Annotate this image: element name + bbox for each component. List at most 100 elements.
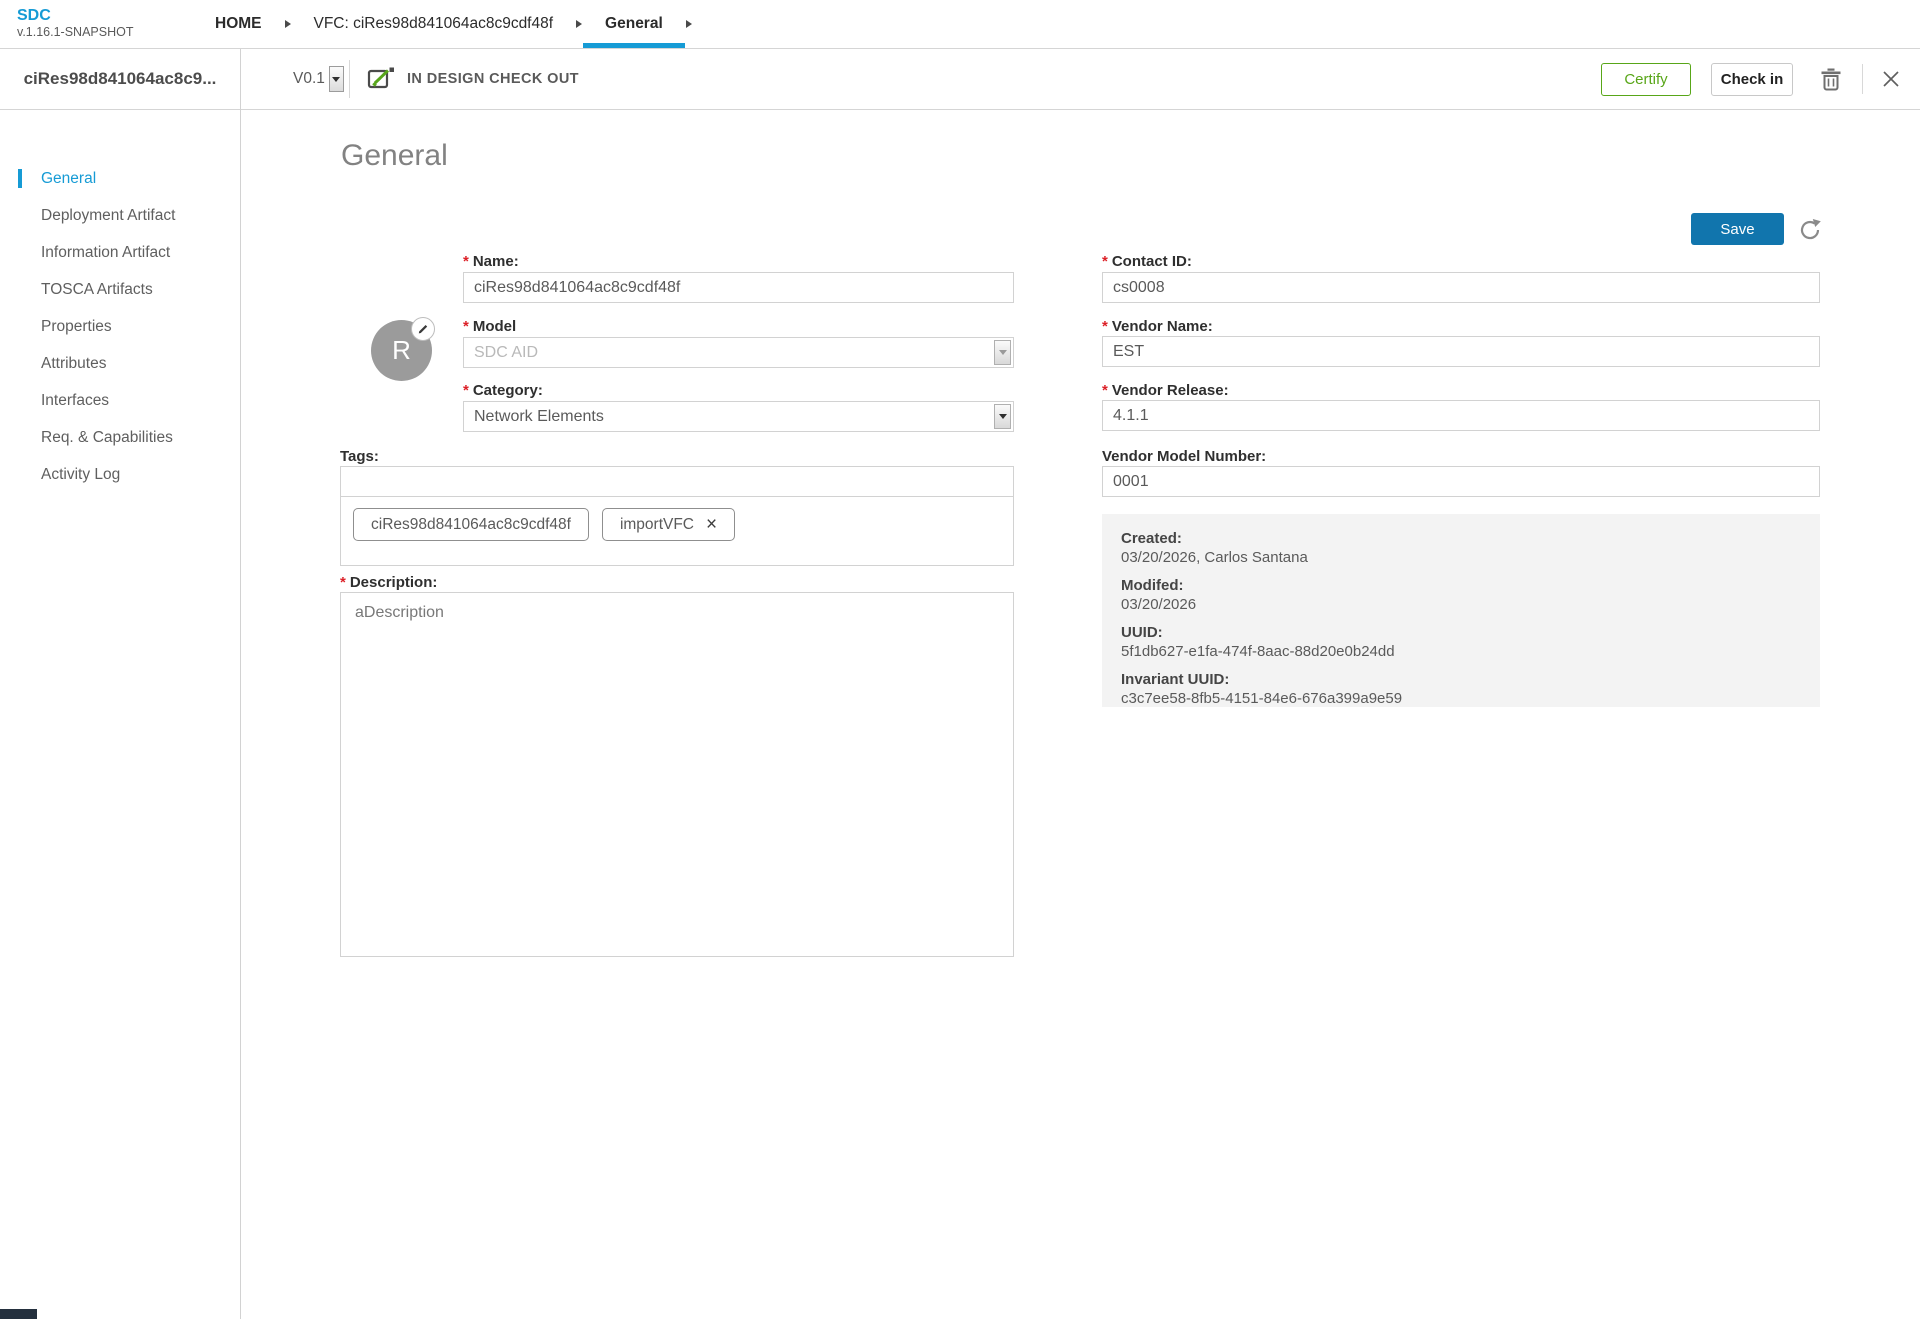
trash-icon [1820, 67, 1842, 91]
page-title: General [341, 139, 448, 173]
sidebar-item-label: Deployment Artifact [41, 207, 175, 225]
app-logo-text: SDC [17, 6, 133, 25]
tags-label: Tags: [340, 448, 379, 465]
divider [349, 60, 350, 98]
required-asterisk: * [1102, 318, 1108, 335]
required-asterisk: * [1102, 382, 1108, 399]
avatar[interactable]: R [371, 320, 432, 381]
sidebar-item-attributes[interactable]: Attributes [0, 345, 240, 382]
sidebar-item-label: Information Artifact [41, 244, 170, 262]
resource-title: ciRes98d841064ac8c9... [24, 69, 217, 89]
description-label: *Description: [340, 574, 437, 591]
vendor-model-number-label: Vendor Model Number: [1102, 448, 1266, 465]
close-button[interactable] [1880, 69, 1902, 91]
pencil-icon [417, 323, 429, 335]
model-select-value: SDC AID [474, 344, 538, 362]
tags-chip-list: ciRes98d841064ac8c9cdf48f importVFC × [340, 496, 1014, 566]
contact-id-label: *Contact ID: [1102, 253, 1192, 270]
invariant-uuid-value: c3c7ee58-8fb5-4151-84e6-676a399a9e59 [1121, 689, 1801, 708]
required-asterisk: * [463, 253, 469, 270]
active-indicator-bar [18, 169, 22, 188]
delete-button[interactable] [1819, 67, 1843, 91]
breadcrumb-general[interactable]: General [595, 0, 673, 48]
sidebar-item-label: Attributes [41, 355, 106, 373]
modified-label: Modifed: [1121, 576, 1801, 595]
required-asterisk: * [463, 382, 469, 399]
required-asterisk: * [1102, 253, 1108, 270]
refresh-button[interactable] [1797, 217, 1823, 243]
breadcrumb: HOME VFC: ciRes98d841064ac8c9cdf48f Gene… [205, 0, 705, 48]
avatar-letter: R [392, 335, 411, 366]
metadata-box: Created: 03/20/2026, Carlos Santana Modi… [1102, 514, 1820, 707]
divider [1862, 64, 1863, 94]
vendor-name-input[interactable] [1102, 336, 1820, 367]
chevron-down-icon[interactable] [329, 66, 344, 92]
version-dropdown[interactable]: V0.1 [293, 49, 344, 109]
vendor-model-number-input[interactable] [1102, 466, 1820, 497]
tag-chip: ciRes98d841064ac8c9cdf48f [353, 508, 589, 541]
lifecycle-status: IN DESIGN CHECK OUT [367, 49, 579, 109]
category-select-value: Network Elements [474, 408, 604, 426]
sidebar-item-deployment-artifact[interactable]: Deployment Artifact [0, 197, 240, 234]
sidebar-header: ciRes98d841064ac8c9... [0, 49, 240, 110]
sidebar-item-label: Interfaces [41, 392, 109, 410]
close-icon [1882, 70, 1900, 88]
save-button[interactable]: Save [1691, 213, 1784, 245]
status-text: IN DESIGN CHECK OUT [407, 71, 579, 87]
contact-id-input[interactable] [1102, 272, 1820, 303]
version-label: V0.1 [293, 70, 325, 88]
certify-button[interactable]: Certify [1601, 63, 1691, 96]
sidebar-item-label: TOSCA Artifacts [41, 281, 153, 299]
sidebar-item-tosca-artifacts[interactable]: TOSCA Artifacts [0, 271, 240, 308]
vendor-name-label: *Vendor Name: [1102, 318, 1213, 335]
uuid-label: UUID: [1121, 623, 1801, 642]
sidebar-item-label: Activity Log [41, 466, 120, 484]
required-asterisk: * [463, 318, 469, 335]
tags-input[interactable] [340, 466, 1014, 497]
chevron-down-icon [994, 340, 1011, 365]
left-sidebar: ciRes98d841064ac8c9... General Deploymen… [0, 49, 241, 1319]
top-header: SDC v.1.16.1-SNAPSHOT HOME VFC: ciRes98d… [0, 0, 1920, 49]
chevron-right-icon [686, 20, 692, 28]
sidebar-item-req-capabilities[interactable]: Req. & Capabilities [0, 419, 240, 456]
description-textarea[interactable]: aDescription [340, 592, 1014, 957]
refresh-icon [1797, 217, 1823, 243]
tag-chip-label: ciRes98d841064ac8c9cdf48f [371, 516, 571, 534]
model-select[interactable]: SDC AID [463, 337, 1014, 368]
sidebar-item-properties[interactable]: Properties [0, 308, 240, 345]
sidebar-item-label: General [41, 170, 96, 188]
vendor-release-input[interactable] [1102, 400, 1820, 431]
modified-value: 03/20/2026 [1121, 595, 1801, 614]
chevron-right-icon [576, 20, 582, 28]
chevron-right-icon [285, 20, 291, 28]
avatar-edit-button[interactable] [411, 317, 435, 341]
sidebar-item-information-artifact[interactable]: Information Artifact [0, 234, 240, 271]
checkin-button[interactable]: Check in [1711, 63, 1793, 96]
uuid-value: 5f1db627-e1fa-474f-8aac-88d20e0b24dd [1121, 642, 1801, 661]
sidebar-nav: General Deployment Artifact Information … [0, 110, 240, 493]
checkout-pencil-icon [367, 66, 396, 92]
breadcrumb-home[interactable]: HOME [205, 0, 272, 48]
name-input[interactable] [463, 272, 1014, 303]
category-label: *Category: [463, 382, 543, 399]
vendor-release-label: *Vendor Release: [1102, 382, 1229, 399]
created-value: 03/20/2026, Carlos Santana [1121, 548, 1801, 567]
toolbar: V0.1 IN DESIGN CHECK OUT Certify Check i… [241, 49, 1920, 110]
sidebar-item-activity-log[interactable]: Activity Log [0, 456, 240, 493]
category-select[interactable]: Network Elements [463, 401, 1014, 432]
invariant-uuid-label: Invariant UUID: [1121, 670, 1801, 689]
required-asterisk: * [340, 574, 346, 591]
remove-tag-icon[interactable]: × [706, 515, 717, 534]
tag-chip-label: importVFC [620, 516, 694, 534]
name-label: *Name: [463, 253, 519, 270]
breadcrumb-vfc[interactable]: VFC: ciRes98d841064ac8c9cdf48f [304, 0, 564, 48]
model-label: *Model [463, 318, 516, 335]
app-logo[interactable]: SDC v.1.16.1-SNAPSHOT [17, 6, 133, 40]
created-label: Created: [1121, 529, 1801, 548]
sidebar-item-general[interactable]: General [0, 160, 240, 197]
footer-corner [0, 1309, 37, 1319]
chevron-down-icon [994, 404, 1011, 429]
tag-chip: importVFC × [602, 508, 735, 541]
sidebar-item-interfaces[interactable]: Interfaces [0, 382, 240, 419]
sidebar-item-label: Req. & Capabilities [41, 429, 173, 447]
